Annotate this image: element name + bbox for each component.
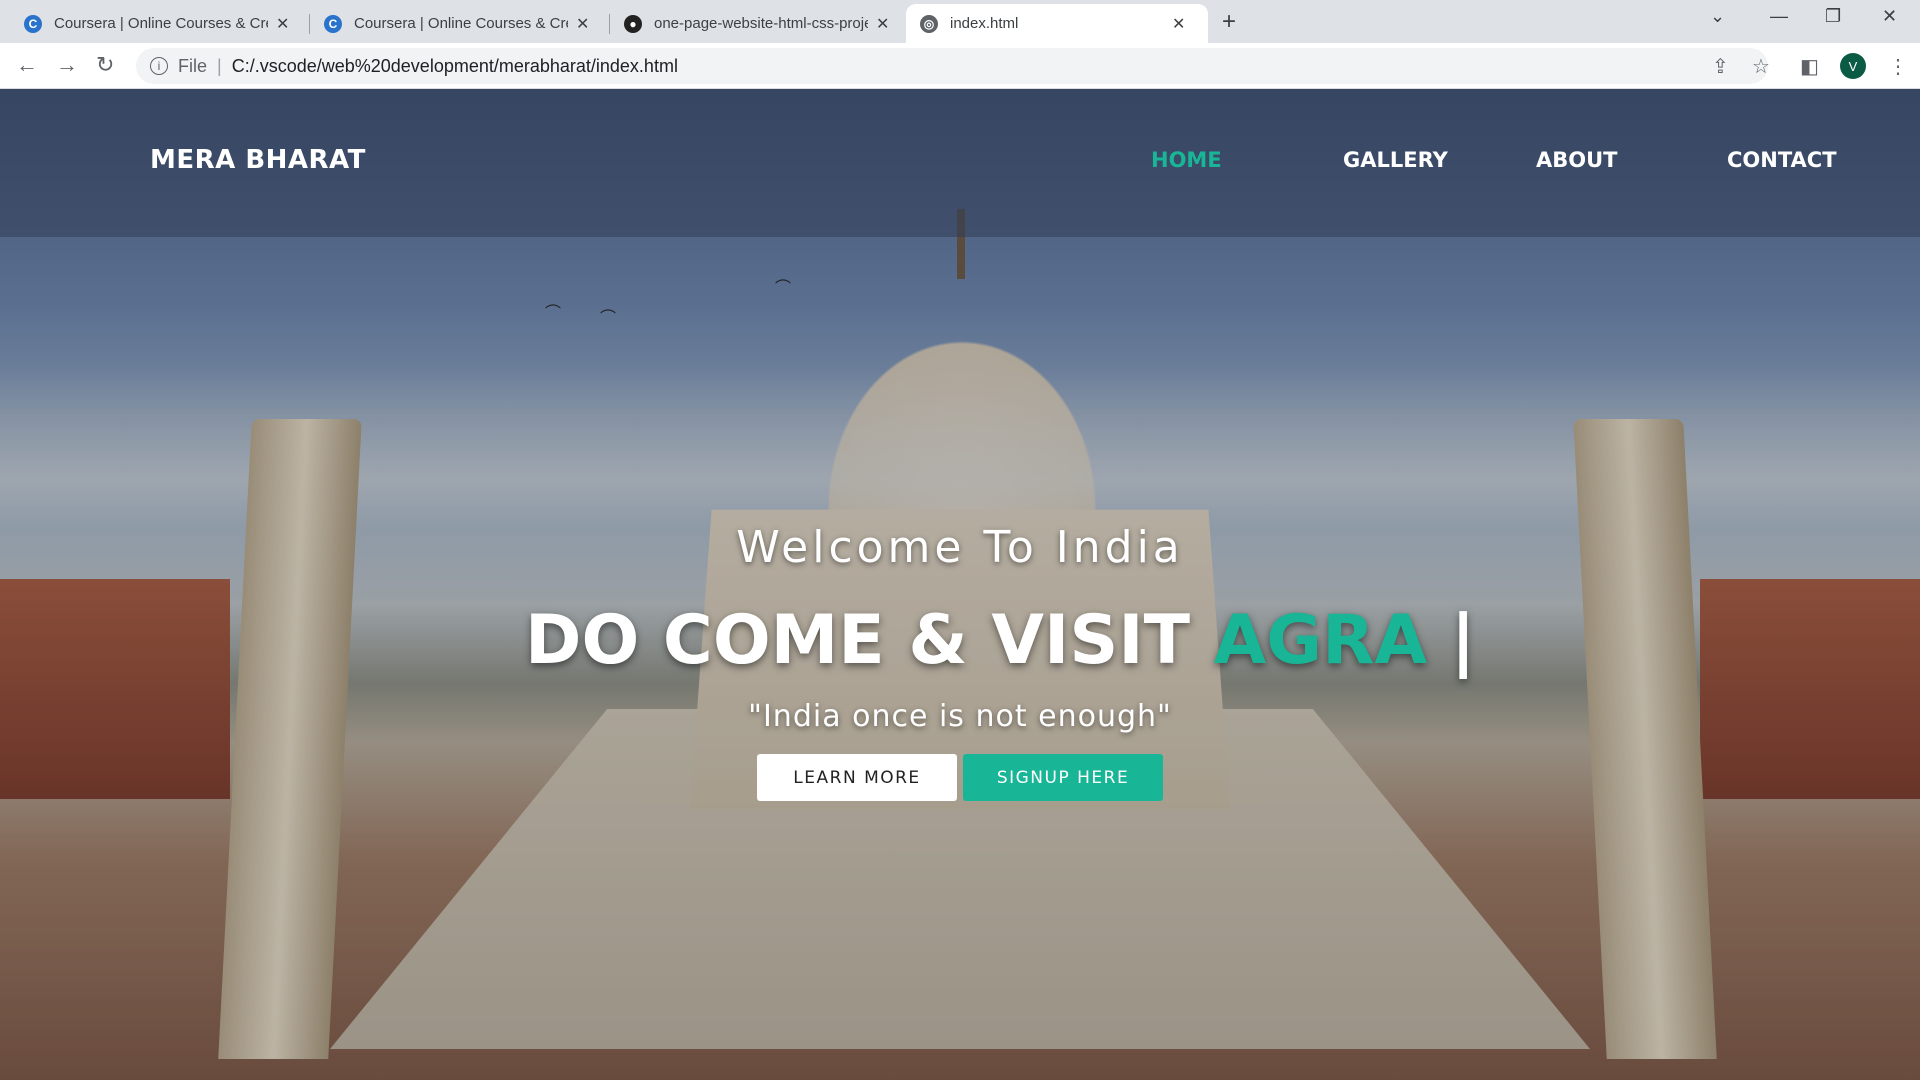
hero-title: DO COME & VISIT AGRA | xyxy=(525,601,1476,680)
side-panel-icon[interactable]: ◧ xyxy=(1800,54,1819,79)
tab-search-icon[interactable]: ⌄ xyxy=(1710,6,1725,27)
back-icon[interactable]: ← xyxy=(16,52,38,78)
close-icon[interactable]: ✕ xyxy=(876,14,889,34)
new-tab-button[interactable]: + xyxy=(1222,8,1236,36)
background-shade xyxy=(0,89,1920,1080)
globe-icon: ◎ xyxy=(920,14,938,33)
nav-home[interactable]: HOME xyxy=(1151,148,1222,172)
site-navbar: MERA BHARAT HOME GALLERY ABOUT CONTACT xyxy=(0,89,1920,237)
site-logo[interactable]: MERA BHARAT xyxy=(150,145,366,175)
browser-tab[interactable]: C Coursera | Online Courses & Credential… xyxy=(10,4,310,43)
nav-about[interactable]: ABOUT xyxy=(1536,148,1618,172)
browser-toolbar: ← → ↻ i File | C:/.vscode/web%20developm… xyxy=(0,43,1920,89)
forward-icon[interactable]: → xyxy=(56,52,78,78)
hero-section: ⌒ ⌒ ⌒ MERA BHARAT HOME GALLERY ABOUT CON… xyxy=(0,89,1920,1080)
url-scheme: File xyxy=(178,55,208,76)
hero-subtitle: Welcome To India xyxy=(736,522,1184,573)
info-icon[interactable]: i xyxy=(150,57,168,75)
learn-more-button[interactable]: LEARN MORE xyxy=(757,754,957,801)
address-bar[interactable]: i File | C:/.vscode/web%20development/me… xyxy=(136,48,1768,84)
nav-gallery[interactable]: GALLERY xyxy=(1343,148,1448,172)
menu-icon[interactable]: ⋮ xyxy=(1888,54,1908,79)
browser-tab[interactable]: ● one-page-website-html-css-project ✕ xyxy=(610,4,910,43)
share-icon[interactable]: ⇪ xyxy=(1712,54,1729,79)
hero-title-main: DO COME & VISIT xyxy=(525,601,1214,680)
separator: | xyxy=(217,55,222,76)
hero-title-accent: AGRA xyxy=(1213,601,1428,680)
close-icon[interactable]: ✕ xyxy=(276,14,289,34)
typing-cursor: | xyxy=(1427,601,1476,680)
profile-avatar[interactable]: V xyxy=(1840,53,1866,79)
browser-tab-bar: C Coursera | Online Courses & Credential… xyxy=(0,0,1920,43)
github-icon: ● xyxy=(624,14,642,33)
tab-title: one-page-website-html-css-project xyxy=(654,15,868,32)
minimize-icon[interactable]: — xyxy=(1770,6,1788,27)
coursera-icon: C xyxy=(24,14,42,33)
browser-tab-active[interactable]: ◎ index.html ✕ xyxy=(906,4,1208,43)
tab-title: index.html xyxy=(950,15,1019,32)
nav-contact[interactable]: CONTACT xyxy=(1727,148,1837,172)
bookmark-star-icon[interactable]: ☆ xyxy=(1752,54,1770,79)
browser-tab[interactable]: C Coursera | Online Courses & Credential… xyxy=(310,4,610,43)
url-text[interactable]: C:/.vscode/web%20development/merabharat/… xyxy=(232,56,678,77)
tab-title: Coursera | Online Courses & Credentials xyxy=(354,15,568,32)
close-icon[interactable]: ✕ xyxy=(576,14,589,34)
coursera-icon: C xyxy=(324,14,342,33)
hero-quote: "India once is not enough" xyxy=(748,699,1172,734)
signup-button[interactable]: SIGNUP HERE xyxy=(963,754,1163,801)
restore-icon[interactable]: ❐ xyxy=(1825,6,1841,27)
tab-title: Coursera | Online Courses & Credentials xyxy=(54,15,268,32)
reload-icon[interactable]: ↻ xyxy=(96,52,114,78)
window-close-icon[interactable]: ✕ xyxy=(1882,6,1897,27)
close-icon[interactable]: ✕ xyxy=(1172,14,1185,34)
